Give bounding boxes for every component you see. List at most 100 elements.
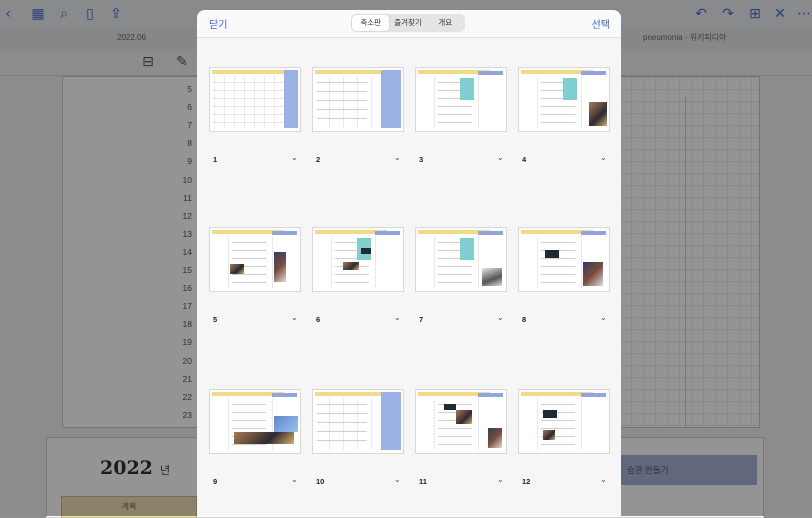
- thumbnail-text-line: [317, 118, 367, 119]
- thumbnail-photo: [343, 262, 359, 270]
- thumbnail-text-line: [541, 420, 575, 421]
- thumbnail-text-line: [335, 282, 369, 283]
- page-thumbnail[interactable]: [518, 227, 610, 292]
- chevron-down-icon[interactable]: ⌄: [497, 475, 504, 484]
- thumbnail-grid-line: [234, 76, 235, 128]
- thumbnail-sidebar: [284, 70, 298, 128]
- thumbnail-text-line: [317, 91, 367, 92]
- thumbnail-photo: [230, 264, 244, 274]
- segment-thumbnails[interactable]: 축소판: [352, 15, 390, 31]
- page-number-label: 6: [316, 315, 321, 324]
- thumbnail-text-line: [232, 428, 266, 429]
- thumbnail-photo: [274, 416, 298, 432]
- select-button[interactable]: 선택: [592, 16, 610, 31]
- thumbnail-clock: [543, 410, 557, 418]
- thumbnail-photo: [589, 102, 607, 126]
- thumbnail-grid-line: [581, 398, 582, 450]
- thumbnail-grid-line: [537, 398, 538, 450]
- thumbnail-text-line: [232, 420, 266, 421]
- thumbnail-header-accent: [478, 393, 503, 397]
- page-thumbnail[interactable]: [209, 227, 301, 292]
- page-thumbnail[interactable]: [312, 389, 404, 454]
- thumbnail-grid-line: [357, 76, 358, 128]
- chevron-down-icon[interactable]: ⌄: [394, 313, 401, 322]
- thumbnail-text-line: [541, 122, 575, 123]
- thumbnail-photo: [488, 428, 502, 448]
- thumbnail-header-accent: [272, 393, 297, 397]
- thumbnail-text-line: [541, 404, 575, 405]
- thumbnail-clock: [545, 250, 559, 258]
- chevron-down-icon[interactable]: ⌄: [497, 153, 504, 162]
- sheet-header: 닫기 축소판 즐겨찾기 개요 선택: [197, 10, 621, 38]
- chevron-down-icon[interactable]: ⌄: [394, 153, 401, 162]
- thumbnail-clock: [361, 248, 371, 254]
- thumbnail-header-bar: [315, 70, 387, 74]
- thumbnail-photo: [234, 432, 294, 444]
- chevron-down-icon[interactable]: ⌄: [600, 313, 607, 322]
- chevron-down-icon[interactable]: ⌄: [394, 475, 401, 484]
- page-thumbnail[interactable]: [518, 389, 610, 454]
- thumbnail-grid-line: [228, 236, 229, 288]
- thumbnail-grid-line: [331, 236, 332, 288]
- chevron-down-icon[interactable]: ⌄: [291, 153, 298, 162]
- thumbnail-grid-line: [272, 236, 273, 288]
- thumbnail-text-line: [541, 242, 575, 243]
- chevron-down-icon[interactable]: ⌄: [291, 475, 298, 484]
- thumbnail-header-accent: [272, 231, 297, 235]
- thumbnail-grid-line: [434, 76, 435, 128]
- chevron-down-icon[interactable]: ⌄: [600, 475, 607, 484]
- thumbnail-teal-figure: [563, 78, 577, 100]
- view-mode-segmented-control: 축소판 즐겨찾기 개요: [351, 14, 465, 32]
- page-thumbnail[interactable]: [209, 67, 301, 132]
- thumbnail-text-line: [317, 431, 367, 432]
- thumbnail-grid-line: [371, 76, 372, 128]
- thumbnail-text-line: [541, 274, 575, 275]
- thumbnail-photo: [456, 410, 472, 424]
- segment-favorites[interactable]: 즐겨찾기: [389, 15, 426, 31]
- thumbnail-grid-line: [244, 76, 245, 128]
- page-number-label: 10: [316, 477, 325, 486]
- page-thumbnail[interactable]: [518, 67, 610, 132]
- close-button[interactable]: 닫기: [209, 16, 227, 31]
- thumbnail-text-line: [438, 106, 472, 107]
- thumbnail-grid-line: [581, 236, 582, 288]
- page-thumbnail[interactable]: [415, 227, 507, 292]
- page-number-label: 1: [213, 155, 218, 164]
- thumbnail-text-line: [438, 444, 472, 445]
- thumbnail-grid-line: [214, 76, 215, 128]
- thumbnail-text-line: [541, 106, 575, 107]
- thumbnail-text-line: [541, 266, 575, 267]
- thumbnail-photo: [274, 252, 286, 282]
- page-thumbnail[interactable]: [415, 389, 507, 454]
- thumbnail-text-line: [438, 428, 472, 429]
- page-number-label: 5: [213, 315, 218, 324]
- chevron-down-icon[interactable]: ⌄: [497, 313, 504, 322]
- thumbnail-text-line: [541, 444, 575, 445]
- thumbnail-grid-line: [224, 76, 225, 128]
- thumbnail-text-line: [317, 440, 367, 441]
- chevron-down-icon[interactable]: ⌄: [291, 313, 298, 322]
- page-thumbnail[interactable]: [209, 389, 301, 454]
- thumbnail-text-line: [317, 422, 367, 423]
- thumbnail-text-line: [541, 428, 575, 429]
- page-number-label: 3: [419, 155, 424, 164]
- page-thumbnail[interactable]: [415, 67, 507, 132]
- page-thumbnail[interactable]: [312, 67, 404, 132]
- thumbnail-photo: [583, 262, 603, 286]
- page-number-label: 7: [419, 315, 424, 324]
- thumbnail-grid-line: [329, 398, 330, 450]
- page-thumbnail[interactable]: [312, 227, 404, 292]
- page-number-label: 2: [316, 155, 321, 164]
- thumbnail-grid-line: [343, 398, 344, 450]
- thumbnail-grid-line: [264, 76, 265, 128]
- thumbnail-text-line: [317, 404, 367, 405]
- thumbnail-clock: [444, 404, 456, 410]
- thumbnail-grid-line: [371, 398, 372, 450]
- thumbnail-text-line: [438, 274, 472, 275]
- thumbnail-text-line: [438, 122, 472, 123]
- thumbnail-grid-line: [478, 236, 479, 288]
- thumbnail-grid-line: [357, 398, 358, 450]
- segment-outline[interactable]: 개요: [427, 15, 464, 31]
- chevron-down-icon[interactable]: ⌄: [600, 153, 607, 162]
- thumbnail-grid-line: [581, 76, 582, 128]
